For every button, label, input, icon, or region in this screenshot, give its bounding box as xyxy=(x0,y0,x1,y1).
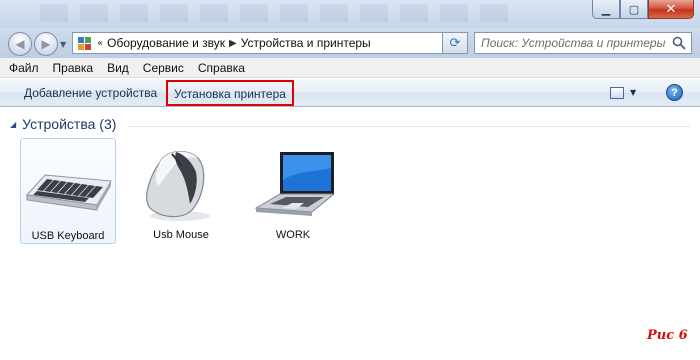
back-button[interactable]: ◀ xyxy=(8,32,32,56)
maximize-button[interactable]: ▢ xyxy=(620,0,648,19)
device-label: USB Keyboard xyxy=(31,230,105,242)
menu-file[interactable]: Файл xyxy=(9,61,39,75)
device-label: Usb Mouse xyxy=(153,229,209,241)
breadcrumb-hardware-sound[interactable]: Оборудование и звук xyxy=(107,36,225,50)
collapse-arrow-icon[interactable]: ◢ xyxy=(10,120,16,129)
menu-tools[interactable]: Сервис xyxy=(143,61,184,75)
figure-label: Рис 6 xyxy=(647,328,688,343)
change-view-icon[interactable] xyxy=(610,87,624,99)
device-usb-mouse[interactable]: Usb Mouse xyxy=(133,138,229,244)
help-icon[interactable]: ? xyxy=(666,84,683,101)
device-label: WORK xyxy=(275,229,311,241)
menu-help[interactable]: Справка xyxy=(198,61,245,75)
group-title: Устройства (3) xyxy=(22,116,117,132)
back-arrow-icon: ◀ xyxy=(15,37,25,51)
address-row: ◀ ▶ ▼ « Оборудование и звук ▶ Устройства… xyxy=(0,28,700,58)
control-panel-icon xyxy=(77,36,93,50)
devices-pane: ◢ Устройства (3) USB Keyboard Usb Mouse … xyxy=(0,108,700,360)
recent-pages-dropdown[interactable]: ▼ xyxy=(60,40,66,49)
forward-arrow-icon: ▶ xyxy=(41,37,51,51)
menu-edit[interactable]: Правка xyxy=(53,61,94,75)
device-usb-keyboard[interactable]: USB Keyboard xyxy=(20,138,116,244)
install-printer-button[interactable]: Установка принтера xyxy=(166,80,294,106)
search-placeholder: Поиск: Устройства и принтеры xyxy=(481,36,666,50)
menu-view[interactable]: Вид xyxy=(107,61,129,75)
group-header[interactable]: ◢ Устройства (3) xyxy=(10,116,116,132)
keyboard-icon xyxy=(26,174,112,211)
view-options-dropdown-icon[interactable]: ▼ xyxy=(630,88,636,97)
search-icon[interactable] xyxy=(672,36,686,50)
search-input[interactable]: Поиск: Устройства и принтеры xyxy=(474,32,692,54)
title-bar-background xyxy=(40,4,520,22)
close-button[interactable]: ✕ xyxy=(648,0,694,19)
minimize-button[interactable]: ▁ xyxy=(592,0,620,19)
caption-buttons: ▁ ▢ ✕ xyxy=(592,0,694,19)
breadcrumb-overflow[interactable]: « xyxy=(97,38,103,49)
refresh-icon: ⟳ xyxy=(449,35,461,51)
menu-bar: Файл Правка Вид Сервис Справка xyxy=(0,58,700,78)
command-bar: Добавление устройства Установка принтера… xyxy=(0,79,700,107)
group-divider xyxy=(128,126,690,127)
address-bar[interactable]: « Оборудование и звук ▶ Устройства и при… xyxy=(72,32,468,54)
refresh-button[interactable]: ⟳ xyxy=(442,32,468,54)
mouse-icon xyxy=(146,151,210,221)
breadcrumb-separator-icon[interactable]: ▶ xyxy=(229,38,237,49)
device-work[interactable]: WORK xyxy=(245,138,341,244)
laptop-icon xyxy=(254,152,336,216)
forward-button[interactable]: ▶ xyxy=(34,32,58,56)
window-title-bar: ▁ ▢ ✕ xyxy=(0,0,700,28)
breadcrumb-devices-printers[interactable]: Устройства и принтеры xyxy=(241,36,371,50)
add-device-button[interactable]: Добавление устройства xyxy=(24,86,157,100)
